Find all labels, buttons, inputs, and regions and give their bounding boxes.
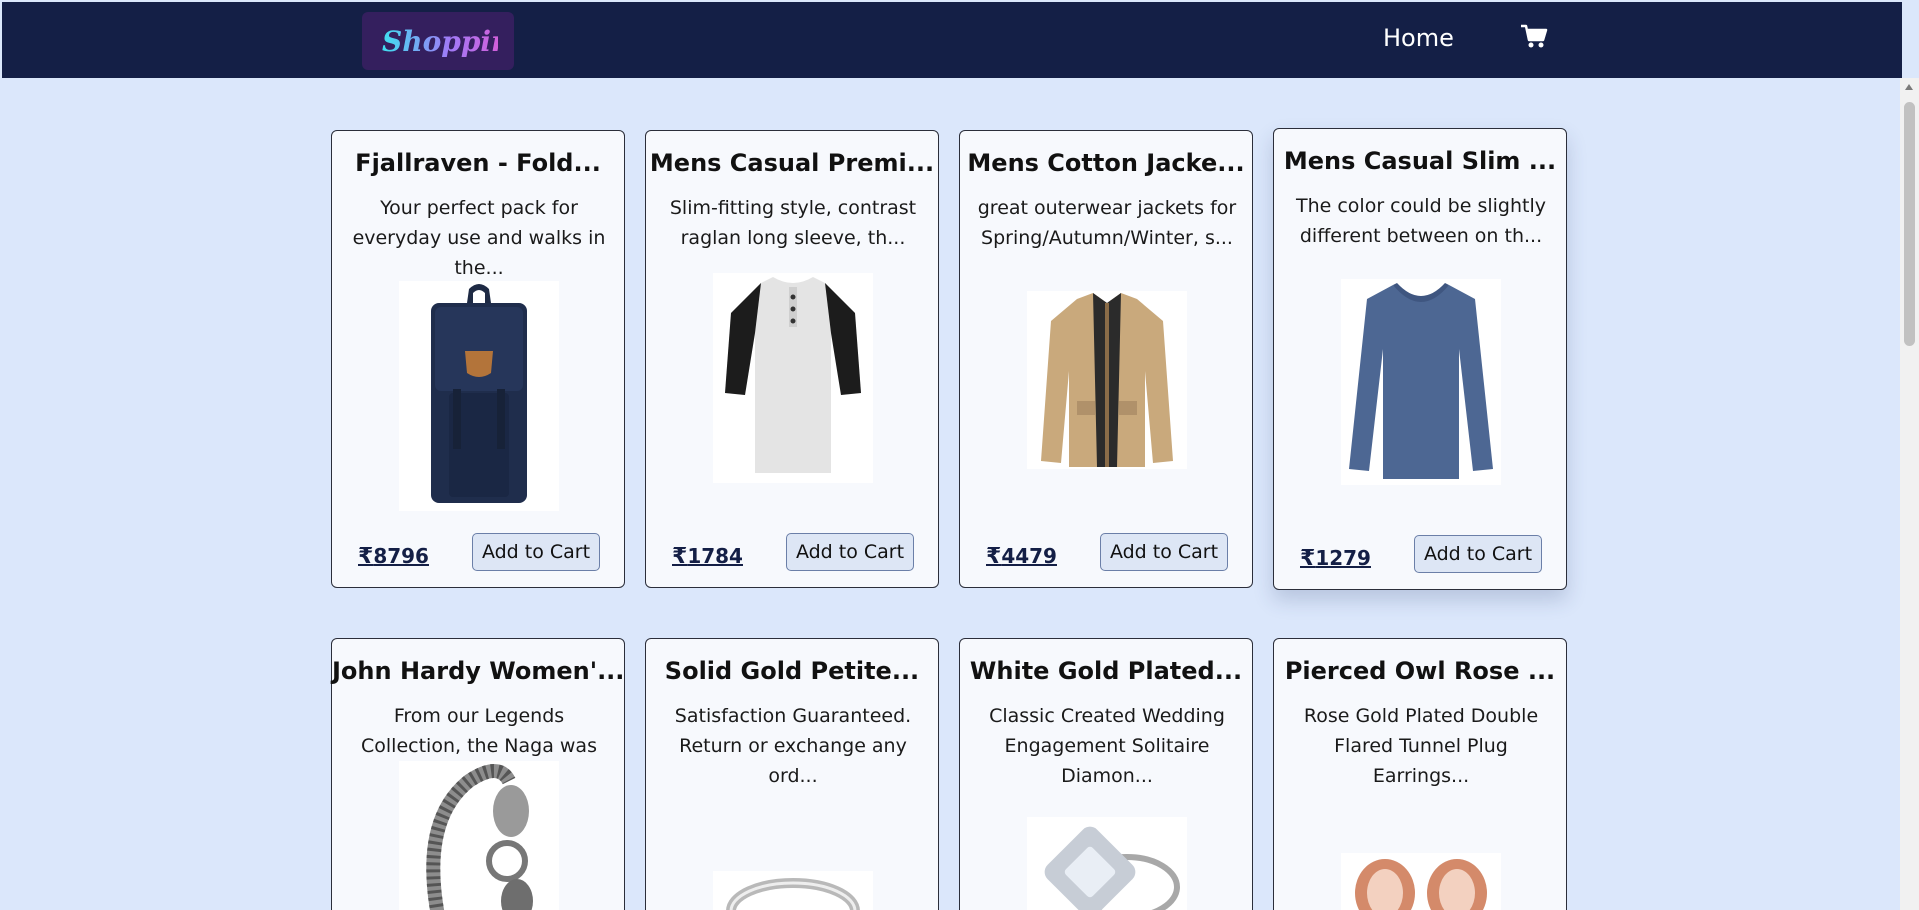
- add-to-cart-button[interactable]: Add to Cart: [472, 533, 600, 571]
- product-description: Your perfect pack for everyday use and w…: [352, 197, 606, 279]
- product-title: Mens Cotton Jacke...: [967, 149, 1245, 177]
- rupee-icon: ₹: [986, 544, 1002, 569]
- product-price[interactable]: ₹4479: [986, 544, 1057, 569]
- scroll-up-arrow-icon[interactable]: [1905, 84, 1913, 90]
- product-description: Rose Gold Plated Double Flared Tunnel Pl…: [1303, 705, 1539, 787]
- shopping-cart-icon[interactable]: [1520, 22, 1548, 50]
- product-title: Mens Casual Slim ...: [1283, 147, 1557, 175]
- price-value: 1279: [1315, 546, 1371, 570]
- product-title: Solid Gold Petite...: [664, 657, 920, 685]
- product-price[interactable]: ₹8796: [358, 544, 429, 569]
- product-price[interactable]: ₹1784: [672, 544, 743, 569]
- gold-ring-image: [713, 871, 873, 910]
- rose-gold-plugs-image: [1341, 853, 1501, 910]
- rupee-icon: ₹: [358, 544, 374, 569]
- product-card[interactable]: Mens Casual Premi... Slim-fitting style,…: [645, 130, 939, 588]
- dragon-bracelet-image: [399, 761, 559, 910]
- product-card[interactable]: Pierced Owl Rose ... Rose Gold Plated Do…: [1273, 638, 1567, 910]
- product-description: Satisfaction Guaranteed. Return or excha…: [674, 705, 912, 787]
- raglan-tshirt-image: [713, 273, 873, 483]
- nav-home-link[interactable]: Home: [1383, 24, 1454, 52]
- product-title: Fjallraven - Fold...: [355, 149, 601, 177]
- cotton-jacket-image: [1027, 291, 1187, 469]
- shopping-logo[interactable]: Shopping: [362, 12, 514, 70]
- product-title: Pierced Owl Rose ...: [1284, 657, 1556, 685]
- product-price[interactable]: ₹1279: [1300, 546, 1371, 571]
- product-title: Mens Casual Premi...: [649, 149, 935, 177]
- product-card[interactable]: Fjallraven - Fold... Your perfect pack f…: [331, 130, 625, 588]
- price-value: 4479: [1001, 544, 1057, 568]
- price-value: 8796: [373, 544, 429, 568]
- rupee-icon: ₹: [1300, 546, 1316, 571]
- product-description: Classic Created Wedding Engagement Solit…: [989, 705, 1225, 787]
- product-card[interactable]: Solid Gold Petite... Satisfaction Guaran…: [645, 638, 939, 910]
- product-title: White Gold Plated...: [969, 657, 1243, 685]
- slim-fit-shirt-image: [1341, 279, 1501, 485]
- add-to-cart-button[interactable]: Add to Cart: [1414, 535, 1542, 573]
- product-card[interactable]: White Gold Plated... Classic Created Wed…: [959, 638, 1253, 910]
- product-description: The color could be slightly different be…: [1295, 195, 1546, 247]
- scrollbar-thumb[interactable]: [1904, 102, 1915, 346]
- navbar: Shopping Home: [2, 2, 1902, 78]
- product-description: Slim-fitting style, contrast raglan long…: [669, 197, 917, 249]
- product-title: John Hardy Women'...: [332, 657, 625, 685]
- product-card[interactable]: Mens Cotton Jacke... great outerwear jac…: [959, 130, 1253, 588]
- diamond-ring-image: [1027, 817, 1187, 910]
- svg-text:Shopping: Shopping: [382, 25, 498, 58]
- price-value: 1784: [687, 544, 743, 568]
- rupee-icon: ₹: [672, 544, 688, 569]
- product-card[interactable]: John Hardy Women'... From our Legends Co…: [331, 638, 625, 910]
- product-description: great outerwear jackets for Spring/Autum…: [977, 197, 1237, 249]
- product-card[interactable]: Mens Casual Slim ... The color could be …: [1273, 128, 1567, 590]
- add-to-cart-button[interactable]: Add to Cart: [786, 533, 914, 571]
- page-scrollbar[interactable]: [1900, 78, 1919, 910]
- add-to-cart-button[interactable]: Add to Cart: [1100, 533, 1228, 571]
- backpack-image: [399, 281, 559, 511]
